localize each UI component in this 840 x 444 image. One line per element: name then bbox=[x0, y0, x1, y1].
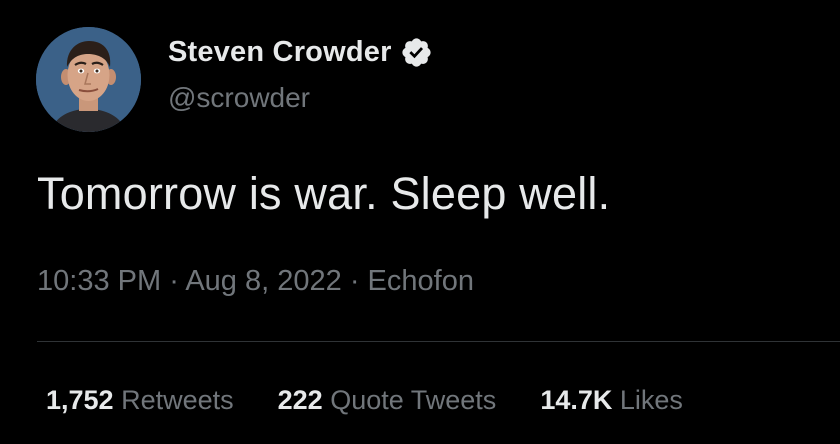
avatar[interactable] bbox=[36, 27, 141, 132]
tweet-date[interactable]: Aug 8, 2022 bbox=[185, 265, 341, 297]
verified-badge-icon bbox=[400, 36, 433, 69]
tweet-text: Tomorrow is war. Sleep well. bbox=[37, 168, 611, 219]
meta-separator: · bbox=[349, 265, 368, 297]
author-handle[interactable]: @scrowder bbox=[168, 82, 310, 114]
likes-label: Likes bbox=[619, 385, 683, 415]
retweets-count: 1,752 bbox=[46, 385, 122, 415]
quote-tweets-count: 222 bbox=[277, 385, 331, 415]
likes-count: 14.7K bbox=[540, 385, 620, 415]
tweet-stats: 1,752 Retweets 222 Quote Tweets 14.7K Li… bbox=[46, 385, 683, 416]
likes-stat[interactable]: 14.7K Likes bbox=[540, 385, 683, 416]
divider bbox=[37, 341, 840, 342]
tweet-source[interactable]: Echofon bbox=[368, 265, 474, 297]
quote-tweets-label: Quote Tweets bbox=[330, 385, 497, 415]
retweets-stat[interactable]: 1,752 Retweets bbox=[46, 385, 234, 416]
author-display-name[interactable]: Steven Crowder bbox=[168, 36, 392, 69]
meta-separator: · bbox=[169, 265, 186, 297]
tweet-time[interactable]: 10:33 PM bbox=[37, 265, 161, 297]
author-name-row: Steven Crowder bbox=[168, 36, 433, 69]
profile-photo-icon bbox=[36, 27, 141, 132]
quote-tweets-stat[interactable]: 222 Quote Tweets bbox=[278, 385, 497, 416]
tweet-meta: 10:33 PM · Aug 8, 2022 · Echofon bbox=[37, 265, 474, 298]
retweets-label: Retweets bbox=[121, 385, 234, 415]
